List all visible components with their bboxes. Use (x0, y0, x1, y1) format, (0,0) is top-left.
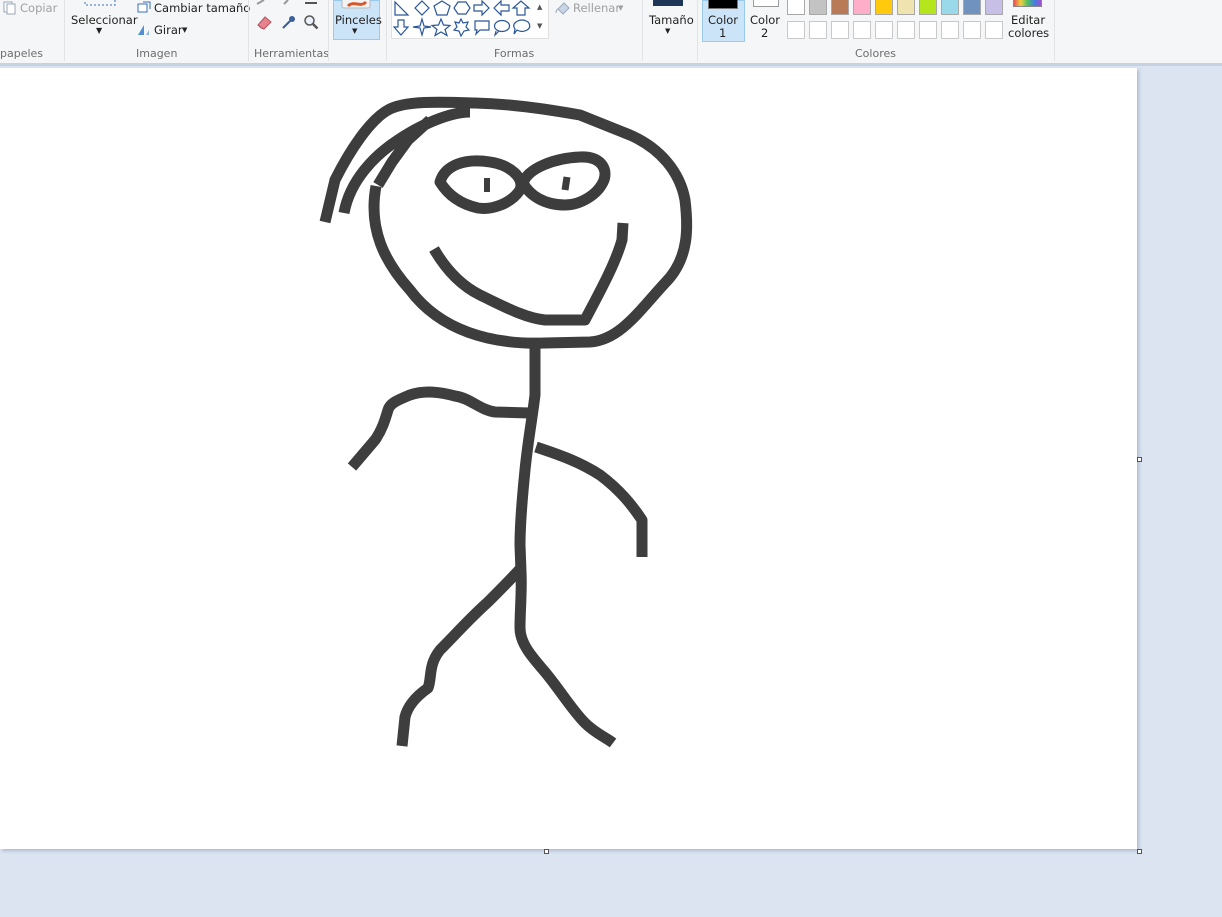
torso-stroke (514, 343, 617, 748)
left-leg-stroke (396, 564, 526, 747)
left-arm-stroke (347, 386, 531, 471)
smile-stroke (429, 222, 629, 326)
stick-figure-drawing (319, 96, 693, 748)
right-pupil-stroke (561, 176, 571, 191)
right-arm-stroke (534, 441, 648, 557)
left-eye-stroke (434, 155, 527, 214)
